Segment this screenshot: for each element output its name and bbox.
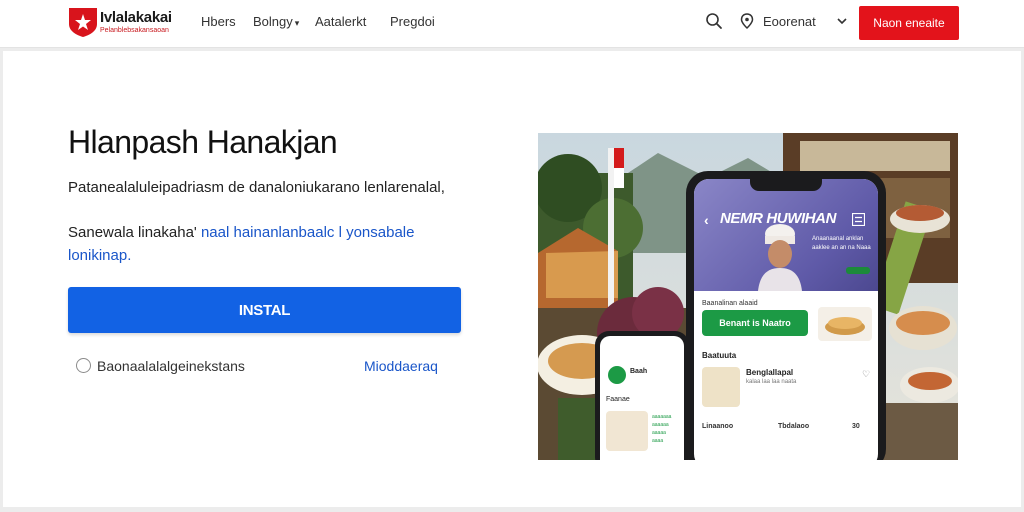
phone-small-line: aaaaaaa bbox=[652, 414, 672, 420]
phone-small-line: aaaaa bbox=[652, 430, 666, 436]
lead-text: Patanealaluleipadriasm de danaloniukaran… bbox=[68, 179, 445, 196]
banner-description: Anaanaanal anklan aaklee an an na Naaa bbox=[812, 236, 871, 251]
menu-item[interactable]: Benglallapal kalaa laa laa naata ♡ bbox=[702, 367, 872, 411]
app-section-label: Baatuuta bbox=[702, 351, 737, 360]
signup-button[interactable]: Naon eneaite bbox=[859, 6, 959, 40]
hero-image: Baah Faanae aaaaaaa aaaaaa aaaaa aaaa ‹ … bbox=[538, 133, 958, 460]
back-arrow-icon[interactable]: ‹ bbox=[704, 212, 709, 228]
banner-pill[interactable] bbox=[846, 267, 870, 274]
food-thumbnail bbox=[606, 411, 648, 451]
install-button[interactable]: INSTAL bbox=[68, 287, 461, 333]
brand-tagline: Pelanblebsakansaoan bbox=[100, 27, 169, 34]
brand-logo-icon[interactable] bbox=[68, 6, 98, 38]
app-kicker: Baanalinan alaaid bbox=[702, 300, 758, 307]
menu-item-price: 30 bbox=[852, 423, 860, 430]
search-icon[interactable] bbox=[705, 12, 723, 30]
nav-link-label: Hbers bbox=[201, 14, 236, 29]
menu-item-description: kalaa laa laa naata bbox=[746, 379, 797, 385]
menu-grid-icon[interactable] bbox=[852, 213, 865, 226]
brand-name[interactable]: Ivlalakakai bbox=[100, 9, 172, 26]
option-radio[interactable] bbox=[76, 358, 91, 373]
phone-mockup-large: ‹ NEMR HUWIHAN Anaanaanal anklan aaklee … bbox=[686, 171, 886, 460]
account-label[interactable]: Eoorenat bbox=[763, 14, 816, 29]
app-banner: ‹ NEMR HUWIHAN Anaanaanal anklan aaklee … bbox=[694, 179, 878, 291]
phone-small-title: Baah bbox=[630, 368, 648, 375]
phone-small-line: aaaaaa bbox=[652, 422, 669, 428]
phone-small-screen: Baah Faanae aaaaaaa aaaaaa aaaaa aaaa bbox=[600, 336, 684, 460]
phone-small-line: aaaa bbox=[652, 438, 664, 444]
nav-link-label: Bolngy bbox=[253, 14, 293, 29]
nav-link-dropdown[interactable]: Bolngy ▾ bbox=[253, 14, 299, 29]
sub-text-plain: Sanewala linakaha' bbox=[68, 224, 197, 241]
nav-link-fourth[interactable]: Pregdoi bbox=[390, 14, 435, 29]
phone-small-label: Faanae bbox=[606, 396, 630, 403]
page-title: Hlanpash Hanakjan bbox=[68, 124, 338, 160]
app-order-button[interactable]: Benant is Naatro bbox=[702, 310, 808, 336]
more-link[interactable]: Mioddaeraq bbox=[364, 358, 438, 374]
phone-notch bbox=[750, 179, 822, 191]
menu-item-thumbnail bbox=[702, 367, 740, 407]
chevron-down-icon[interactable] bbox=[836, 16, 848, 26]
nav-link-label: Aatalerkt bbox=[315, 14, 367, 29]
app-logo-icon bbox=[608, 366, 626, 384]
favorite-heart-icon[interactable]: ♡ bbox=[862, 369, 870, 380]
top-navigation-bar: Ivlalakakai Pelanblebsakansaoan Hbers Bo… bbox=[0, 0, 1024, 48]
phone-mockup-small: Baah Faanae aaaaaaa aaaaaa aaaaa aaaa bbox=[595, 331, 689, 460]
menu-item[interactable]: Linaanoo Tbdalaoo 30 bbox=[702, 423, 872, 460]
menu-item-name: Linaanoo bbox=[702, 423, 734, 430]
phone-small-lines: aaaaaaa aaaaaa aaaaa aaaa bbox=[652, 413, 671, 445]
chef-portrait bbox=[758, 224, 802, 291]
menu-item-category: Tbdalaoo bbox=[778, 423, 810, 430]
promo-thumbnail bbox=[818, 307, 872, 341]
chevron-down-icon: ▾ bbox=[294, 18, 300, 28]
option-radio-label[interactable]: Baonaalalalgeinekstans bbox=[97, 358, 245, 374]
nav-link-home[interactable]: Hbers bbox=[201, 14, 236, 29]
sub-text: Sanewala linakaha' naal hainanlanbaalc l… bbox=[68, 221, 468, 267]
nav-link-third[interactable]: Aatalerkt bbox=[315, 14, 366, 29]
phone-large-screen: ‹ NEMR HUWIHAN Anaanaanal anklan aaklee … bbox=[694, 179, 878, 460]
location-pin-icon[interactable] bbox=[738, 12, 756, 30]
menu-item-name: Benglallapal bbox=[746, 368, 794, 377]
pastry-image bbox=[825, 317, 865, 335]
nav-link-label: Pregdoi bbox=[390, 14, 435, 29]
